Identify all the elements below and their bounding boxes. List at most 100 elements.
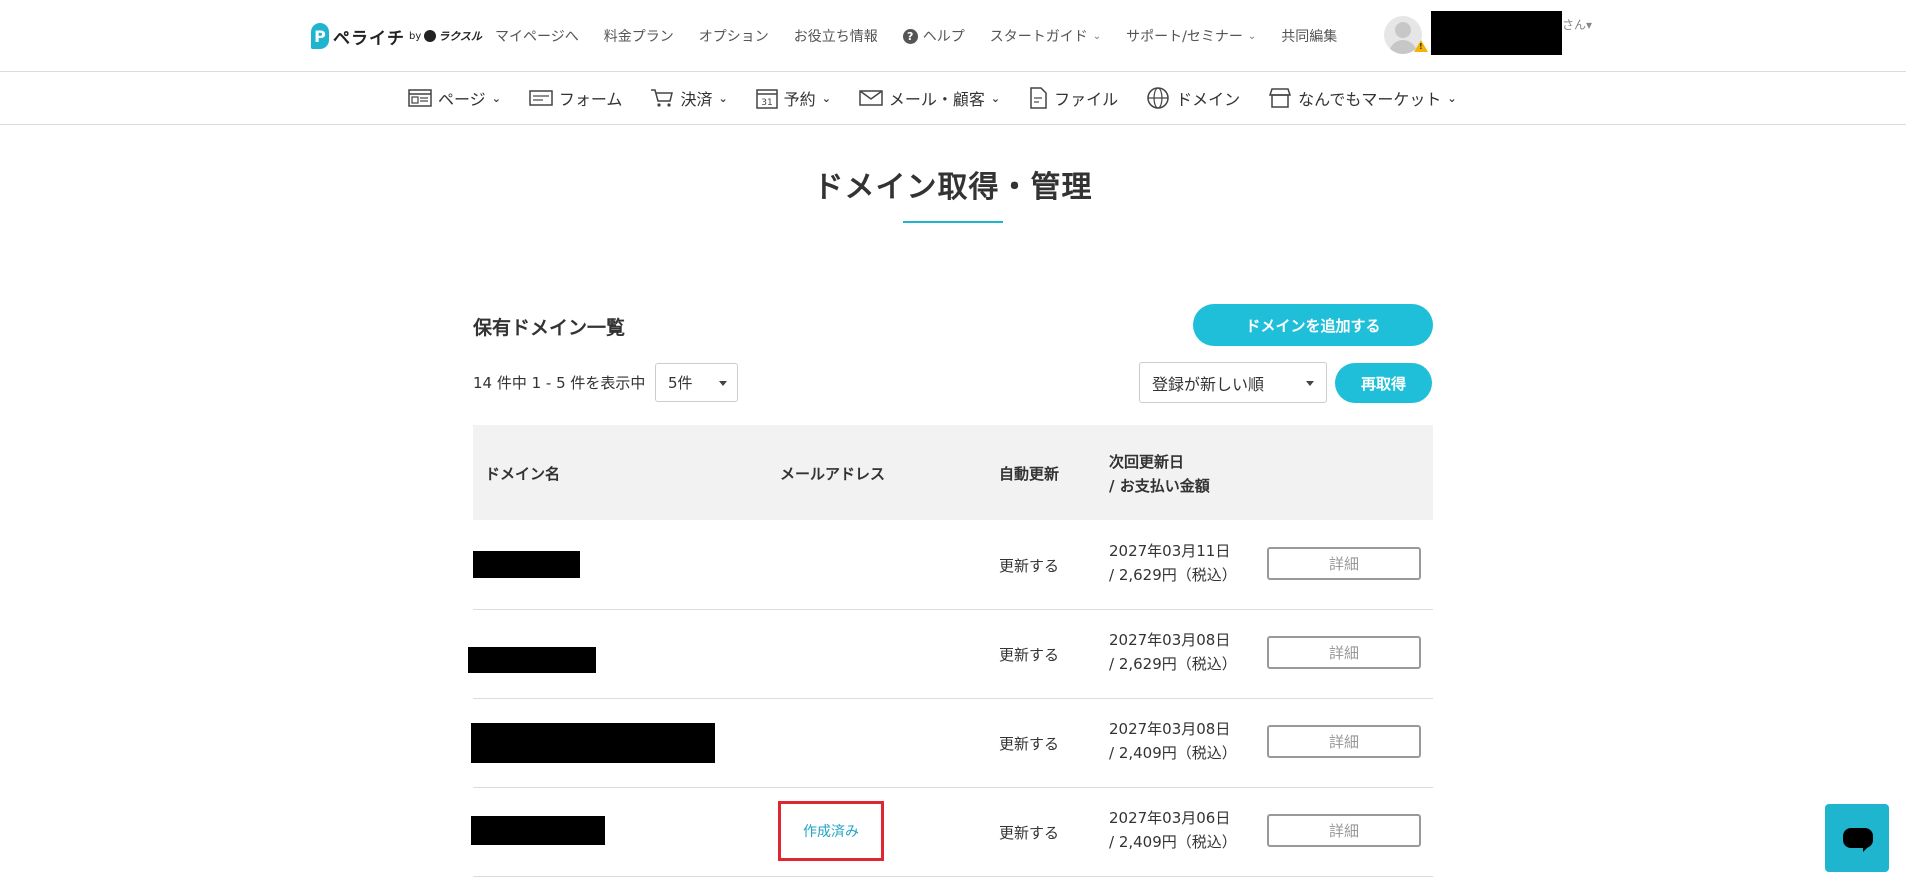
logo-mark-icon: P [311,23,329,49]
chevron-down-icon: ⌄ [718,91,728,105]
renewal-date: 2027年03月06日 [1109,809,1231,827]
logo-brand2: ラクスル [438,30,482,43]
secnav-page-label: ページ [438,90,486,109]
chevron-down-icon: ⌄ [1447,91,1457,105]
nav-co-edit[interactable]: 共同編集 [1281,26,1337,46]
globe-icon [1147,87,1169,109]
page-icon [408,89,432,107]
top-header: P ペライチ by ラクスル マイページへ 料金プラン オプション お役立ち情報… [0,0,1906,72]
auto-renew-status: 更新する [999,824,1060,842]
logo-text: ペライチ [333,28,405,49]
mail-icon [859,90,883,106]
caret-down-icon [1306,381,1314,386]
header-mail: メールアドレス [780,465,886,483]
domain-name-redacted [471,723,715,763]
nav-options[interactable]: オプション [699,26,769,46]
raksul-mark-icon [424,30,437,42]
page-title: ドメイン取得・管理 [813,170,1093,205]
nav-start-guide[interactable]: スタートガイド ⌄ [990,26,1101,46]
store-icon [1269,88,1292,108]
nav-co-edit-label: 共同編集 [1281,29,1338,45]
domain-name-redacted [473,551,580,578]
sort-value: 登録が新しい順 [1152,374,1265,394]
section-title: 保有ドメイン一覧 [473,317,626,339]
renewal-price: / 2,629円（税込） [1109,566,1237,584]
secnav-market-label: なんでもマーケット [1298,90,1442,109]
mail-created-link[interactable]: 作成済み [778,801,884,861]
user-suffix: さん [1562,18,1587,32]
cart-icon [651,89,674,107]
avatar-body [1389,40,1417,54]
renewal-price: / 2,409円（税込） [1109,744,1237,762]
header-domain: ドメイン名 [485,465,561,483]
chevron-down-icon: ⌄ [1247,30,1257,42]
detail-button[interactable]: 詳細 [1267,814,1421,847]
secnav-page[interactable]: ページ ⌄ [408,86,501,110]
renewal-date: 2027年03月08日 [1109,720,1231,738]
chevron-down-icon: ⌄ [990,91,1001,105]
auto-renew-status: 更新する [999,557,1060,575]
file-icon [1030,87,1047,109]
nav-mypage-label: マイページへ [495,29,579,45]
secnav-file-label: ファイル [1054,90,1119,109]
secnav-file[interactable]: ファイル [1028,86,1118,110]
table-header: ドメイン名 メールアドレス 自動更新 次回更新日 / お支払い金額 [473,425,1433,520]
renewal-price: / 2,409円（税込） [1109,833,1237,851]
nav-options-label: オプション [698,29,769,45]
calendar-icon-text: 31 [761,98,772,108]
nav-help-label: ヘルプ [922,29,965,45]
result-count: 14 件中 1 - 5 件を表示中 [473,374,646,392]
renewal-price: / 2,629円（税込） [1109,655,1237,673]
user-menu[interactable]: さん▾ [1562,16,1592,33]
nav-useful-info-label: お役立ち情報 [793,29,878,45]
help-icon: ? [902,28,918,44]
nav-useful-info[interactable]: お役立ち情報 [794,26,878,46]
nav-help[interactable]: ? ヘルプ [902,26,965,46]
nav-mypage[interactable]: マイページへ [495,26,579,46]
renewal-date: 2027年03月08日 [1109,631,1231,649]
username-redacted [1431,11,1562,55]
sort-select[interactable]: 登録が新しい順 [1139,362,1327,403]
caret-down-icon: ▾ [1586,18,1593,32]
chevron-down-icon: ⌄ [1092,30,1102,42]
secnav-payment-label: 決済 [680,90,713,109]
caret-down-icon [719,381,727,386]
secnav-form[interactable]: フォーム [529,86,623,110]
auto-renew-status: 更新する [999,646,1060,664]
secnav-domain[interactable]: ドメイン [1146,86,1240,110]
warning-icon: ! [1414,40,1428,52]
secnav-domain-label: ドメイン [1176,90,1241,109]
chevron-down-icon: ⌄ [491,91,501,105]
header-next-renewal: 次回更新日 [1109,453,1185,471]
auto-renew-status: 更新する [999,735,1060,753]
secnav-reservation[interactable]: 31 予約 ⌄ [755,86,831,110]
table-row: 更新する 2027年03月08日 / 2,409円（税込） 詳細 [471,698,1433,788]
logo-by: by [409,30,422,42]
detail-button[interactable]: 詳細 [1267,547,1421,580]
chat-support-button[interactable] [1825,804,1889,872]
secnav-form-label: フォーム [558,90,623,109]
secnav-reservation-label: 予約 [783,90,816,109]
secnav-market[interactable]: なんでもマーケット ⌄ [1268,86,1457,110]
nav-support-seminar[interactable]: サポート/セミナー ⌄ [1126,26,1256,46]
logo[interactable]: P ペライチ by ラクスル [311,22,482,50]
table-row: 作成済み 更新する 2027年03月06日 / 2,409円（税込） 詳細 [471,787,1433,877]
secnav-payment[interactable]: 決済 ⌄ [650,86,728,110]
per-page-select[interactable]: 5件 [655,363,738,402]
domain-name-redacted [468,647,596,673]
detail-button[interactable]: 詳細 [1267,725,1421,758]
avatar-head [1395,22,1411,38]
add-domain-button[interactable]: ドメインを追加する [1193,304,1433,346]
nav-start-guide-label: スタートガイド [989,29,1088,45]
refetch-button[interactable]: 再取得 [1335,363,1432,403]
calendar-icon: 31 [755,89,778,109]
chevron-down-icon: ⌄ [821,91,831,105]
detail-button[interactable]: 詳細 [1267,636,1421,669]
table-row: 更新する 2027年03月08日 / 2,629円（税込） 詳細 [468,609,1433,699]
title-underline [903,221,1003,223]
renewal-date: 2027年03月11日 [1109,542,1231,560]
nav-pricing[interactable]: 料金プラン [604,26,674,46]
secnav-mail-customer[interactable]: メール・顧客 ⌄ [859,86,1000,110]
table-row: 更新する 2027年03月11日 / 2,629円（税込） 詳細 [473,520,1433,610]
header-auto-renew: 自動更新 [999,465,1060,483]
